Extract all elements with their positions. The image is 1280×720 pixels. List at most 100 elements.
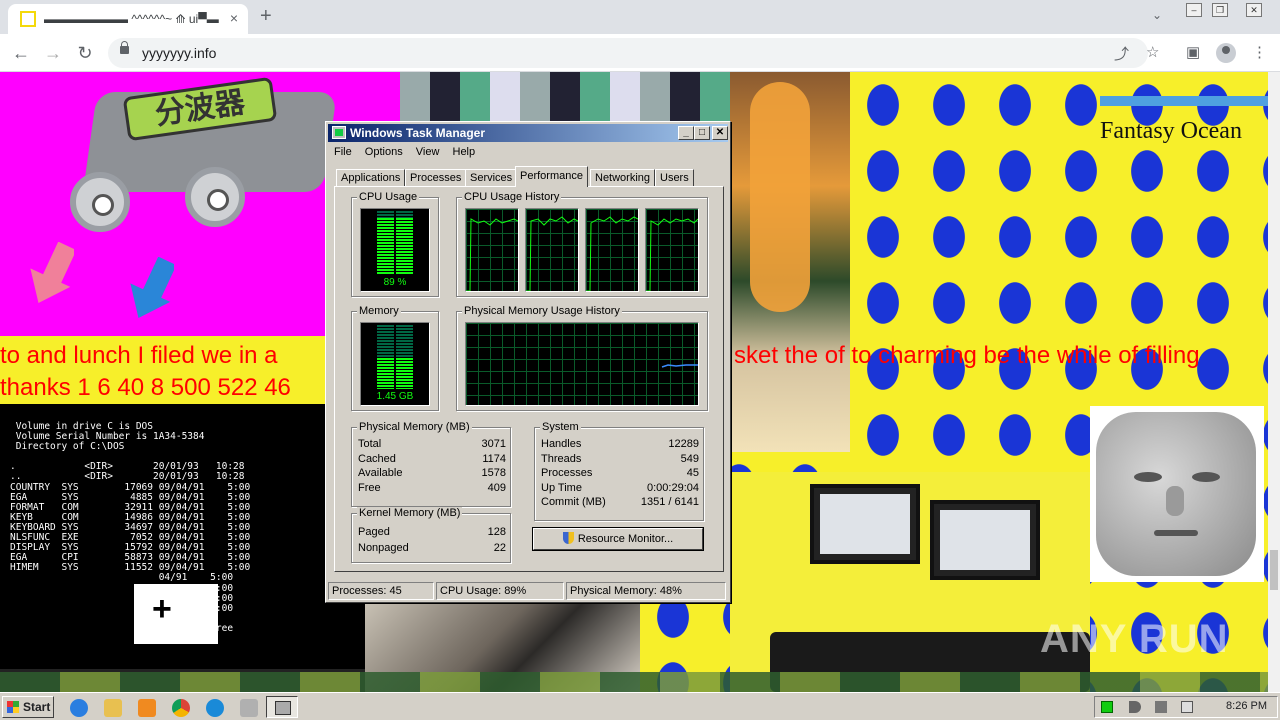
eye-shape [1192,472,1220,482]
eye-shape [1134,472,1162,482]
file-explorer-icon[interactable] [104,699,122,717]
row-key: Processes [541,467,593,479]
chrome-icon[interactable] [172,699,190,717]
system-row: Threads 549 [541,453,699,467]
physical-memory-row: Total 3071 [358,438,506,452]
tab-close-icon[interactable]: × [230,10,238,26]
row-value: 1174 [482,453,506,465]
row-key: Handles [541,438,582,450]
row-key: Cached [358,453,396,465]
row-value: 549 [680,453,699,465]
start-label: Start [23,700,51,714]
menu-options[interactable]: Options [361,144,409,158]
row-key: Paged [358,526,390,538]
tray-status-icon[interactable] [1101,701,1113,713]
marquee-text-line: to and lunch I filed we in a [0,342,278,369]
internet-explorer-icon[interactable] [70,699,88,717]
menu-file[interactable]: File [330,144,358,158]
decorative-bar [1100,96,1268,106]
reload-icon[interactable]: ↻ [72,40,98,66]
kernel-memory-group: Kernel Memory (MB) Paged 128 Nonpaged 22 [351,507,511,563]
page-scrollbar[interactable] [1268,72,1280,692]
cpu-history-group: CPU Usage History [456,191,708,297]
resource-monitor-button[interactable]: Resource Monitor... [533,528,703,550]
device-icon[interactable] [240,699,258,717]
computer-desk-image [730,472,1090,692]
start-button[interactable]: Start [2,696,54,718]
url-text[interactable]: yyyyyyy.info [142,45,216,61]
memory-history-line [661,364,698,368]
system-row: Commit (MB) 1351 / 6141 [541,496,699,510]
scrollbar-thumb[interactable] [1270,550,1278,590]
tab-applications[interactable]: Applications [336,169,406,187]
cpu-usage-value: 89 % [383,277,407,288]
window-close-icon[interactable]: ✕ [1246,3,1262,17]
share-icon[interactable]: ⤴ [1114,43,1129,64]
cpu-core-graph [585,208,639,292]
physical-memory-row: Available 1578 [358,467,506,481]
profile-icon[interactable] [1216,43,1236,63]
row-value: 409 [487,482,506,494]
menu-view[interactable]: View [412,144,446,158]
cpu-core-line [646,218,699,292]
browser-tab[interactable]: ▬▬▬▬▬▬▬ ^^^^^^~ ⟰ ui▀▬ × [8,4,248,34]
action-center-flag-icon[interactable] [1181,701,1193,713]
anime-character-image [730,72,850,452]
new-tab-icon[interactable]: + [260,5,272,28]
marquee-text-line: sket the of to charming be the while of … [734,342,1200,369]
row-value: 1578 [481,467,506,479]
task-manager-window: Windows Task Manager _ □ ✕ File Options … [325,121,731,603]
tab-processes[interactable]: Processes [405,169,467,187]
side-panel-icon[interactable]: ▣ [1186,43,1200,61]
memory-history-graph [465,322,699,406]
address-bar[interactable]: yyyyyyy.info [108,38,1148,68]
cpu-core-line [466,218,519,292]
bookmark-star-icon[interactable]: ☆ [1146,43,1159,61]
row-value: 22 [493,542,506,554]
memory-value: 1.45 GB [376,391,414,402]
physical-memory-group: Physical Memory (MB) Total 3071 Cached 117… [351,421,511,507]
lock-icon[interactable] [120,41,129,54]
maximize-icon[interactable]: □ [694,126,710,140]
row-value: 0:00:29:04 [647,482,699,494]
task-manager-taskbar-button[interactable] [266,696,298,718]
tab-search-chevron-icon[interactable]: ⌄ [1152,8,1162,22]
volume-icon[interactable] [1129,701,1141,713]
task-manager-menubar: File Options View Help [330,144,481,162]
cpu-core-line [526,216,579,292]
minimize-icon[interactable]: _ [678,126,694,140]
ambulance-icon [134,584,218,644]
media-player-icon[interactable] [138,699,156,717]
window-restore-icon[interactable]: ❐ [1212,3,1228,17]
row-key: Up Time [541,482,582,494]
head-shape [1096,412,1256,576]
cpu-core-graph [645,208,699,292]
performance-panel: CPU Usage 89 % CPU Usage History Memory … [334,186,724,572]
close-icon[interactable]: ✕ [712,126,728,140]
monitor-icon [810,484,920,564]
memory-meter-fill [377,358,413,389]
tab-users[interactable]: Users [655,169,694,187]
window-minimize-icon[interactable]: – [1186,3,1202,17]
physical-memory-label: Physical Memory (MB) [357,421,472,433]
menu-help[interactable]: Help [449,144,482,158]
edge-icon[interactable] [206,699,224,717]
tab-title: ▬▬▬▬▬▬▬ ^^^^^^~ ⟰ ui▀▬ [44,12,219,26]
tab-services[interactable]: Services [465,169,518,187]
tab-performance[interactable]: Performance [515,166,588,187]
nose-shape [1166,486,1184,516]
clock[interactable]: 8:26 PM [1226,700,1267,712]
forward-arrow-icon[interactable]: → [40,40,66,66]
3d-face-image [1090,406,1264,582]
network-icon[interactable] [1155,701,1167,713]
memory-group: Memory 1.45 GB [351,305,439,411]
tab-networking[interactable]: Networking [590,169,656,187]
back-arrow-icon[interactable]: ← [8,40,34,66]
windows-logo-icon [7,701,19,713]
kernel-memory-label: Kernel Memory (MB) [357,507,463,519]
anyrun-watermark: ANY RUN [1040,617,1229,661]
system-row: Handles 12289 [541,438,699,452]
memory-label: Memory [357,305,401,317]
task-manager-titlebar[interactable]: Windows Task Manager _ □ ✕ [328,124,728,142]
kebab-menu-icon[interactable]: ⋮ [1252,43,1267,61]
